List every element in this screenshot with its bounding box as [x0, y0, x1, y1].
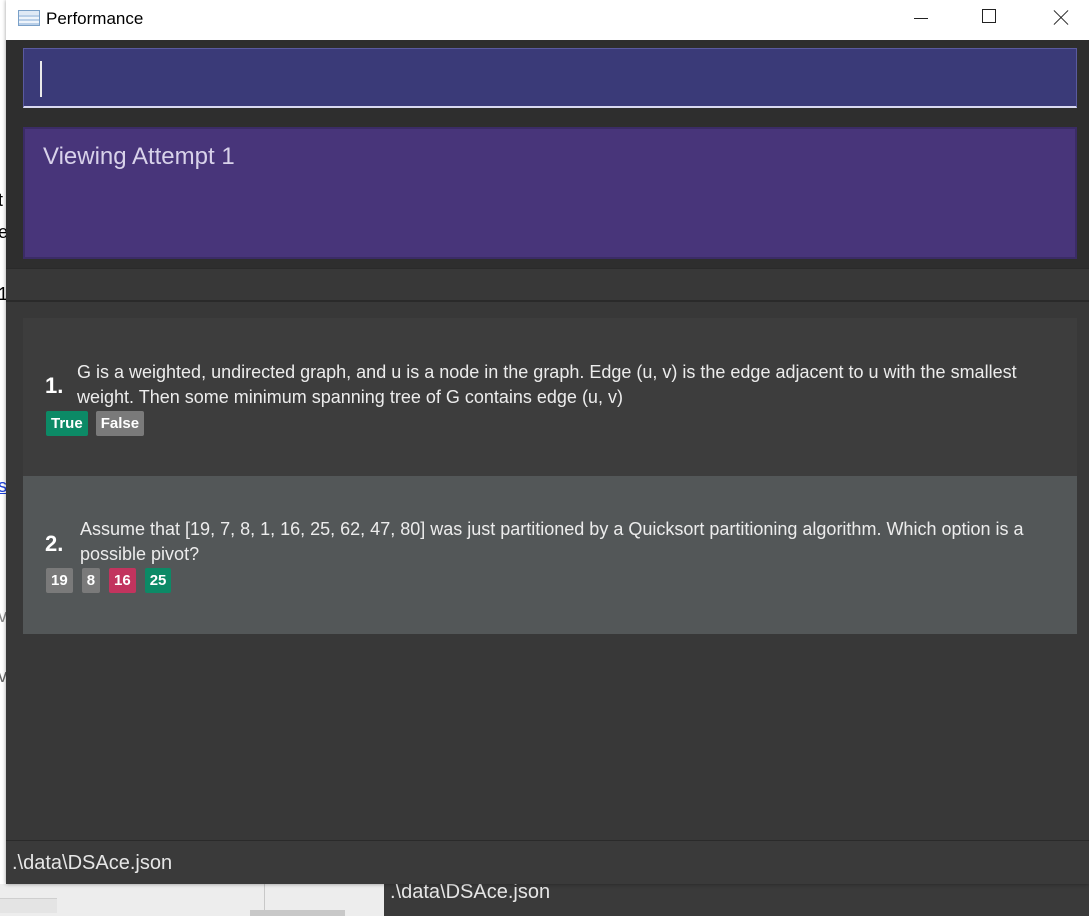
command-area: [6, 40, 1089, 118]
option-tag-correct: True: [46, 411, 88, 436]
command-input[interactable]: [24, 49, 1076, 106]
question-text: G is a weighted, undirected graph, and u…: [77, 362, 1017, 407]
question-card[interactable]: 2. Assume that [19, 7, 8, 1, 16, 25, 62,…: [23, 476, 1077, 634]
question-list[interactable]: 1. G is a weighted, undirected graph, an…: [23, 318, 1077, 634]
option-list: 19 8 16 25: [46, 568, 172, 593]
background-status-path: .\data\DSAce.json: [390, 881, 551, 903]
window-title: Performance: [46, 9, 144, 28]
question-card[interactable]: 1. G is a weighted, undirected graph, an…: [23, 318, 1077, 476]
title-bar[interactable]: Performance: [6, 0, 1089, 40]
background-status-bar: .\data\DSAce.json: [384, 881, 1089, 916]
question-number: 1.: [45, 373, 64, 398]
performance-window: Performance Viewing Attempt 1 1. G is a …: [6, 0, 1089, 884]
option-tag-wrong: 16: [109, 568, 136, 593]
option-list: True False: [46, 411, 145, 436]
section-separator: [6, 268, 1089, 302]
command-box[interactable]: [23, 48, 1077, 108]
question-number: 2.: [45, 531, 64, 556]
background-divider: [0, 898, 57, 913]
status-bar: .\data\DSAce.json: [6, 840, 1089, 884]
background-divider: [250, 910, 345, 916]
result-area: Viewing Attempt 1: [6, 118, 1089, 268]
question-text: Assume that [19, 7, 8, 1, 16, 25, 62, 47…: [80, 519, 1024, 564]
option-tag: 8: [81, 568, 101, 593]
app-icon: [18, 10, 40, 26]
status-path: .\data\DSAce.json: [12, 852, 173, 874]
option-tag-correct: 25: [144, 568, 172, 593]
minimize-button[interactable]: [886, 0, 956, 36]
result-text: Viewing Attempt 1: [43, 143, 235, 170]
result-display: Viewing Attempt 1: [23, 127, 1077, 259]
option-tag: False: [95, 411, 145, 436]
close-button[interactable]: [1026, 0, 1089, 36]
background-glyph: t: [0, 190, 4, 210]
text-caret: [40, 61, 42, 97]
maximize-button[interactable]: [956, 0, 1026, 36]
option-tag: 19: [46, 568, 73, 593]
